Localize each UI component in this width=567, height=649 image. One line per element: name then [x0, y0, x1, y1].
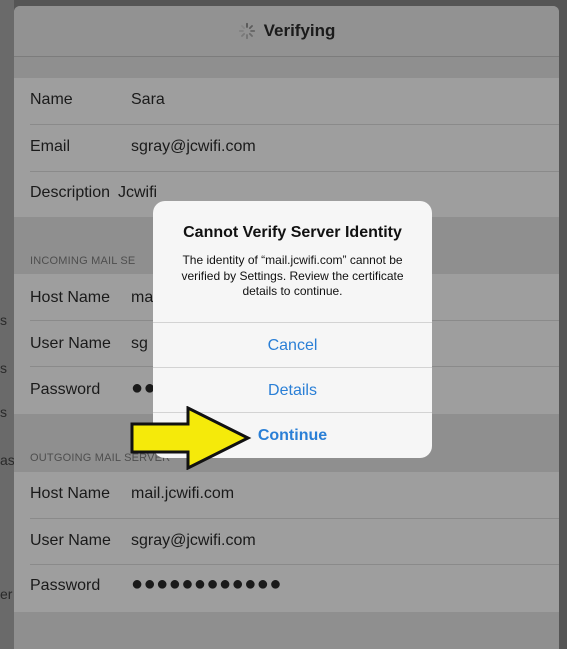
incoming-section-header: INCOMING MAIL SE: [30, 255, 136, 267]
background-fragment: s: [0, 360, 7, 376]
dialog-title: Cannot Verify Server Identity: [183, 224, 402, 241]
navigation-bar: Verifying: [14, 6, 559, 57]
name-field[interactable]: Sara: [131, 91, 165, 109]
outgoing-user-label: User Name: [30, 532, 111, 549]
cancel-button[interactable]: Cancel: [153, 322, 432, 368]
outgoing-user-field[interactable]: sgray@jcwifi.com: [131, 532, 256, 550]
name-row[interactable]: Name Sara: [14, 78, 559, 124]
background-settings-edge: s s s as er: [0, 0, 14, 649]
background-fragment: s: [0, 404, 7, 420]
outgoing-user-row[interactable]: User Name sgray@jcwifi.com: [14, 519, 559, 565]
outgoing-host-label: Host Name: [30, 485, 111, 502]
description-label: Description: [30, 184, 111, 201]
email-field[interactable]: sgray@jcwifi.com: [131, 138, 256, 156]
page-title: Verifying: [263, 21, 336, 40]
email-row[interactable]: Email sgray@jcwifi.com: [14, 125, 559, 171]
email-label: Email: [30, 138, 71, 155]
background-fragment: er: [0, 586, 13, 602]
incoming-user-field[interactable]: sg: [131, 335, 148, 353]
description-field[interactable]: Jcwifi: [118, 184, 157, 202]
spinner-icon: [238, 22, 255, 40]
outgoing-host-row[interactable]: Host Name mail.jcwifi.com: [14, 472, 559, 518]
background-fragment: s: [0, 312, 7, 328]
outgoing-host-field[interactable]: mail.jcwifi.com: [131, 485, 234, 503]
outgoing-group: Host Name mail.jcwifi.com User Name sgra…: [14, 472, 559, 612]
name-label: Name: [30, 91, 73, 108]
account-group: Name Sara Email sgray@jcwifi.com Descrip…: [14, 78, 559, 217]
nav-title-container: Verifying: [14, 6, 559, 56]
outgoing-password-field[interactable]: ●●●●●●●●●●●●: [131, 573, 282, 596]
incoming-host-field[interactable]: ma: [131, 289, 153, 307]
outgoing-password-row[interactable]: Password ●●●●●●●●●●●●: [14, 564, 559, 610]
incoming-password-label: Password: [30, 381, 101, 398]
dialog-message: The identity of “mail.jcwifi.com” cannot…: [181, 253, 404, 298]
outgoing-password-label: Password: [30, 577, 101, 594]
background-fragment: as: [0, 452, 14, 468]
annotation-arrow-icon: [130, 406, 252, 470]
incoming-user-label: User Name: [30, 335, 111, 352]
incoming-host-label: Host Name: [30, 289, 111, 306]
